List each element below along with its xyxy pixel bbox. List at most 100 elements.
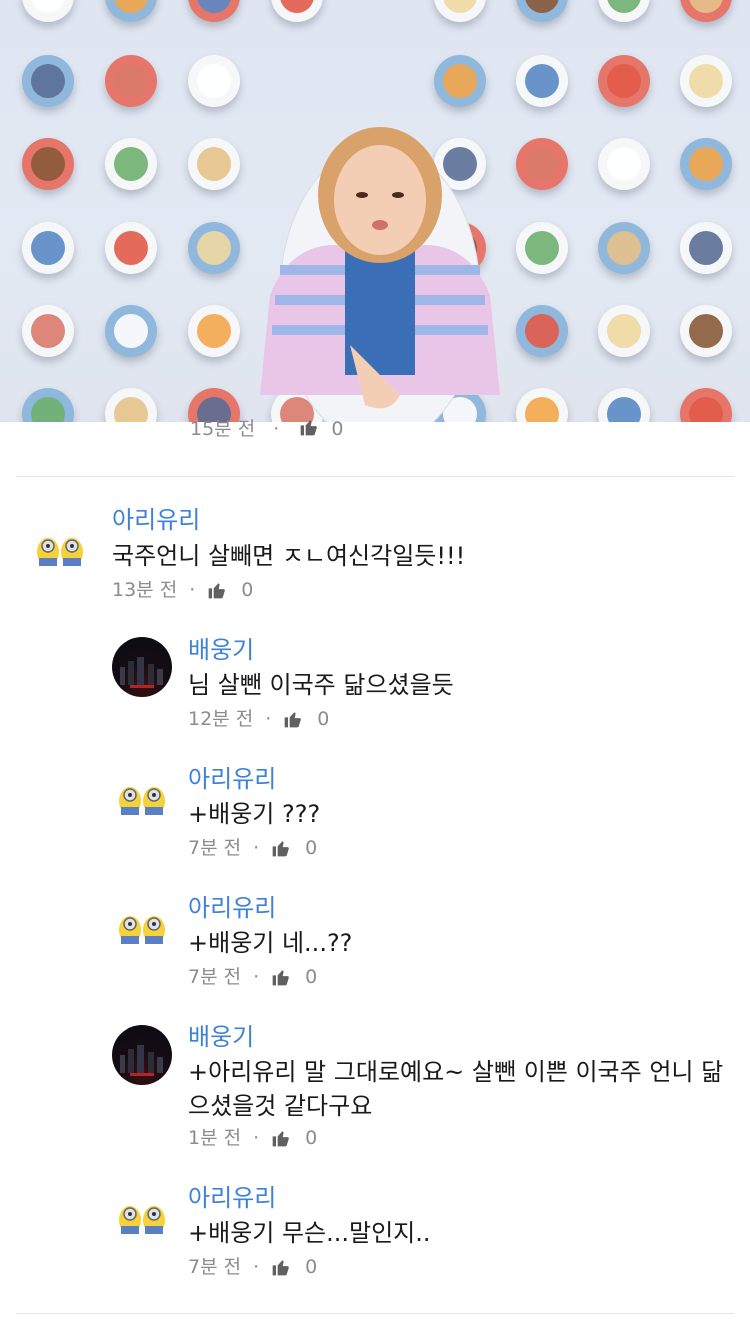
separator-dot: · — [253, 966, 260, 988]
minion-avatar-icon — [37, 538, 83, 566]
separator-dot: · — [189, 579, 196, 601]
food-plate — [105, 222, 157, 274]
food-plate — [188, 305, 240, 357]
reply-text: +배웅기 ??? — [188, 800, 321, 828]
food-plate — [188, 222, 240, 274]
avatar[interactable] — [112, 896, 172, 956]
reply-text: 님 살뺀 이국주 닮으셨을듯 — [188, 671, 454, 699]
food-plate — [22, 55, 74, 107]
food-plate — [680, 388, 732, 422]
avatar[interactable] — [112, 767, 172, 827]
reply-text: +배웅기 무슨...말인지.. — [188, 1219, 431, 1247]
reply-time: 7분 전 — [188, 837, 242, 859]
reply-time: 12분 전 — [188, 708, 254, 730]
food-plate — [105, 0, 157, 22]
separator-dot: · — [253, 1256, 260, 1278]
food-plate — [22, 138, 74, 190]
reply-text-line: 으셨을것 같다구요 — [188, 1092, 373, 1120]
food-plate — [516, 388, 568, 422]
reply-text: +배웅기 네...?? — [188, 929, 353, 957]
food-plate — [516, 222, 568, 274]
food-plate — [105, 138, 157, 190]
reply-meta: 7분 전 · 0 — [188, 1255, 317, 1279]
food-plate — [271, 0, 323, 22]
thumbs-up-icon[interactable] — [271, 1128, 291, 1148]
minion-avatar-icon — [119, 916, 165, 944]
divider — [16, 476, 734, 477]
reply-meta: 7분 전 · 0 — [188, 965, 317, 989]
video-player[interactable] — [0, 0, 750, 422]
food-plate — [188, 55, 240, 107]
food-plate — [22, 0, 74, 22]
person-at-table — [260, 127, 500, 422]
avatar[interactable] — [112, 1025, 172, 1085]
reply-meta: 7분 전 · 0 — [188, 836, 317, 860]
reply-time: 7분 전 — [188, 1256, 242, 1278]
food-plate — [188, 0, 240, 22]
food-plate — [22, 305, 74, 357]
food-plate — [680, 138, 732, 190]
divider — [16, 1313, 734, 1314]
comment-author[interactable]: 아리유리 — [112, 506, 200, 534]
food-plate — [680, 222, 732, 274]
night-city-avatar-icon — [120, 1045, 163, 1076]
comment-time: 13분 전 — [112, 579, 178, 601]
food-plate — [516, 138, 568, 190]
parent-comment-time: 15분 전 — [190, 418, 256, 440]
thumbs-up-icon[interactable] — [271, 967, 291, 987]
food-plate — [598, 222, 650, 274]
like-count: 0 — [241, 579, 254, 601]
food-plate — [680, 0, 732, 22]
comment-text: 국주언니 살빼면 ㅈㄴ여신각일듯!!! — [112, 542, 466, 570]
minion-avatar-icon — [119, 1206, 165, 1234]
avatar[interactable] — [112, 637, 172, 697]
food-plate — [516, 0, 568, 22]
food-plate — [598, 55, 650, 107]
night-city-avatar-icon — [120, 657, 163, 688]
reply-meta: 1분 전 · 0 — [188, 1126, 317, 1150]
reply-author[interactable]: 아리유리 — [188, 765, 276, 793]
reply-author[interactable]: 배웅기 — [188, 1023, 254, 1051]
food-plate — [22, 222, 74, 274]
like-count: 0 — [305, 1127, 318, 1149]
reply-author[interactable]: 배웅기 — [188, 636, 254, 664]
parent-comment-likes: 0 — [331, 418, 344, 440]
food-plate — [598, 388, 650, 422]
thumbs-up-icon[interactable] — [271, 1257, 291, 1277]
reply-time: 7분 전 — [188, 966, 242, 988]
reply-meta: 12분 전 · 0 — [188, 707, 329, 731]
food-plate — [434, 0, 486, 22]
separator-dot: · — [265, 708, 272, 730]
avatar[interactable] — [112, 1186, 172, 1246]
separator-dot: · — [273, 418, 280, 440]
food-plate — [105, 388, 157, 422]
separator-dot: · — [253, 837, 260, 859]
reply-author[interactable]: 아리유리 — [188, 1184, 276, 1212]
like-count: 0 — [317, 708, 330, 730]
reply-time: 1분 전 — [188, 1127, 242, 1149]
food-plate — [22, 388, 74, 422]
separator-dot: · — [253, 1127, 260, 1149]
food-plate — [680, 55, 732, 107]
food-plate — [105, 305, 157, 357]
comment-meta: 13분 전 · 0 — [112, 578, 253, 602]
like-count: 0 — [305, 1256, 318, 1278]
thumbs-up-icon[interactable] — [299, 417, 319, 437]
reply-author[interactable]: 아리유리 — [188, 894, 276, 922]
reply-text-line: +아리유리 말 그대로예요~ 살뺀 이쁜 이국주 언니 닮 — [188, 1058, 724, 1086]
food-plate — [188, 138, 240, 190]
thumbs-up-icon[interactable] — [283, 709, 303, 729]
food-plate — [516, 305, 568, 357]
thumbs-up-icon[interactable] — [207, 580, 227, 600]
food-plate — [105, 55, 157, 107]
like-count: 0 — [305, 837, 318, 859]
food-plate — [680, 305, 732, 357]
minion-avatar-icon — [119, 787, 165, 815]
parent-comment-meta: 15분 전 · 0 — [190, 414, 343, 441]
food-plate — [598, 0, 650, 22]
like-count: 0 — [305, 966, 318, 988]
thumbs-up-icon[interactable] — [271, 838, 291, 858]
food-plate — [598, 138, 650, 190]
food-plate — [516, 55, 568, 107]
avatar[interactable] — [30, 518, 90, 578]
